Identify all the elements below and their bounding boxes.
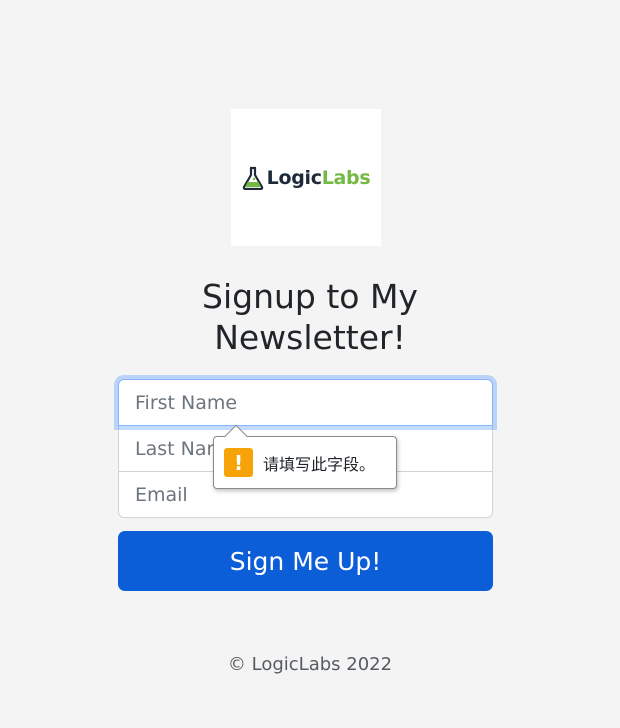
- logo: LogicLabs: [231, 109, 381, 246]
- logo-text-labs: Labs: [321, 166, 371, 189]
- flask-icon: [242, 166, 264, 190]
- warning-icon: !: [224, 448, 253, 477]
- first-name-input[interactable]: [118, 379, 493, 426]
- logo-text: LogicLabs: [267, 167, 371, 189]
- signup-page: LogicLabs Signup to My Newsletter! ! 请填写…: [0, 0, 620, 728]
- logo-text-logic: Logic: [266, 166, 322, 189]
- validation-tooltip: ! 请填写此字段。: [213, 424, 397, 489]
- page-title: Signup to My Newsletter!: [202, 277, 418, 357]
- footer-copyright: © LogicLabs 2022: [227, 654, 393, 675]
- sign-up-button[interactable]: Sign Me Up!: [118, 531, 493, 591]
- tooltip-message: 请填写此字段。: [263, 454, 376, 474]
- logo-inner: LogicLabs: [242, 166, 371, 190]
